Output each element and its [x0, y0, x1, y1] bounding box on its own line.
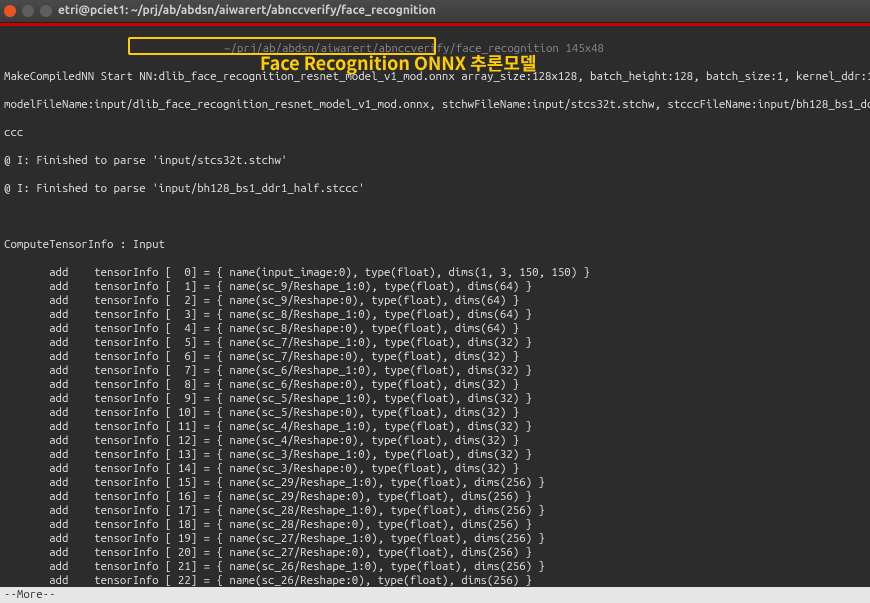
- finished-parse-1: @ I: Finished to parse 'input/stcs32t.st…: [4, 154, 866, 168]
- tensor-info-row: add tensorInfo [ 20] = { name(sc_27/Resh…: [4, 546, 866, 560]
- tensor-info-list: add tensorInfo [ 0] = { name(input_image…: [4, 266, 866, 603]
- more-prompt[interactable]: --More--: [0, 587, 870, 603]
- tensor-info-row: add tensorInfo [ 15] = { name(sc_29/Resh…: [4, 476, 866, 490]
- tensor-info-row: add tensorInfo [ 12] = { name(sc_4/Resha…: [4, 434, 866, 448]
- makecompiled-line: MakeCompiledNN Start NN:dlib_face_recogn…: [4, 70, 866, 84]
- tensor-info-row: add tensorInfo [ 14] = { name(sc_3/Resha…: [4, 462, 866, 476]
- tensor-info-row: add tensorInfo [ 3] = { name(sc_8/Reshap…: [4, 308, 866, 322]
- tensor-info-row: add tensorInfo [ 17] = { name(sc_28/Resh…: [4, 504, 866, 518]
- tensor-info-row: add tensorInfo [ 11] = { name(sc_4/Resha…: [4, 420, 866, 434]
- nn-model-text: NN:dlib_face_recognition_resnet_model_v1…: [139, 70, 455, 83]
- tensor-info-row: add tensorInfo [ 1] = { name(sc_9/Reshap…: [4, 280, 866, 294]
- finished-parse-2: @ I: Finished to parse 'input/bh128_bs1_…: [4, 182, 866, 196]
- close-icon[interactable]: [4, 5, 16, 17]
- layout-info-line: ~/prj/ab/abdsn/aiwarert/abnccverify/face…: [4, 42, 866, 56]
- compute-tensor-header: ComputeTensorInfo : Input: [4, 238, 866, 252]
- tensor-info-row: add tensorInfo [ 16] = { name(sc_29/Resh…: [4, 490, 866, 504]
- window-title-bar: etri@pciet1: ~/prj/ab/abdsn/aiwarert/abn…: [0, 0, 870, 23]
- model-file-line-wrap: ccc: [4, 126, 866, 140]
- tensor-info-row: add tensorInfo [ 5] = { name(sc_7/Reshap…: [4, 336, 866, 350]
- tensor-info-row: add tensorInfo [ 2] = { name(sc_9/Reshap…: [4, 294, 866, 308]
- tensor-info-row: add tensorInfo [ 4] = { name(sc_8/Reshap…: [4, 322, 866, 336]
- tensor-info-row: add tensorInfo [ 19] = { name(sc_27/Resh…: [4, 532, 866, 546]
- tensor-info-row: add tensorInfo [ 18] = { name(sc_28/Resh…: [4, 518, 866, 532]
- terminal-output[interactable]: ~/prj/ab/abdsn/aiwarert/abnccverify/face…: [0, 26, 870, 603]
- model-file-line: modelFileName:input/dlib_face_recognitio…: [4, 98, 866, 112]
- tensor-info-row: add tensorInfo [ 0] = { name(input_image…: [4, 266, 866, 280]
- tensor-info-row: add tensorInfo [ 22] = { name(sc_26/Resh…: [4, 574, 866, 588]
- tensor-info-row: add tensorInfo [ 9] = { name(sc_5/Reshap…: [4, 392, 866, 406]
- maximize-icon[interactable]: [40, 5, 52, 17]
- tensor-info-row: add tensorInfo [ 21] = { name(sc_26/Resh…: [4, 560, 866, 574]
- tensor-info-row: add tensorInfo [ 8] = { name(sc_6/Reshap…: [4, 378, 866, 392]
- tensor-info-row: add tensorInfo [ 10] = { name(sc_5/Resha…: [4, 406, 866, 420]
- window-title: etri@pciet1: ~/prj/ab/abdsn/aiwarert/abn…: [58, 4, 436, 18]
- tensor-info-row: add tensorInfo [ 6] = { name(sc_7/Reshap…: [4, 350, 866, 364]
- tensor-info-row: add tensorInfo [ 13] = { name(sc_3/Resha…: [4, 448, 866, 462]
- tensor-info-row: add tensorInfo [ 7] = { name(sc_6/Reshap…: [4, 364, 866, 378]
- blank-line: [4, 210, 866, 224]
- minimize-icon[interactable]: [22, 5, 34, 17]
